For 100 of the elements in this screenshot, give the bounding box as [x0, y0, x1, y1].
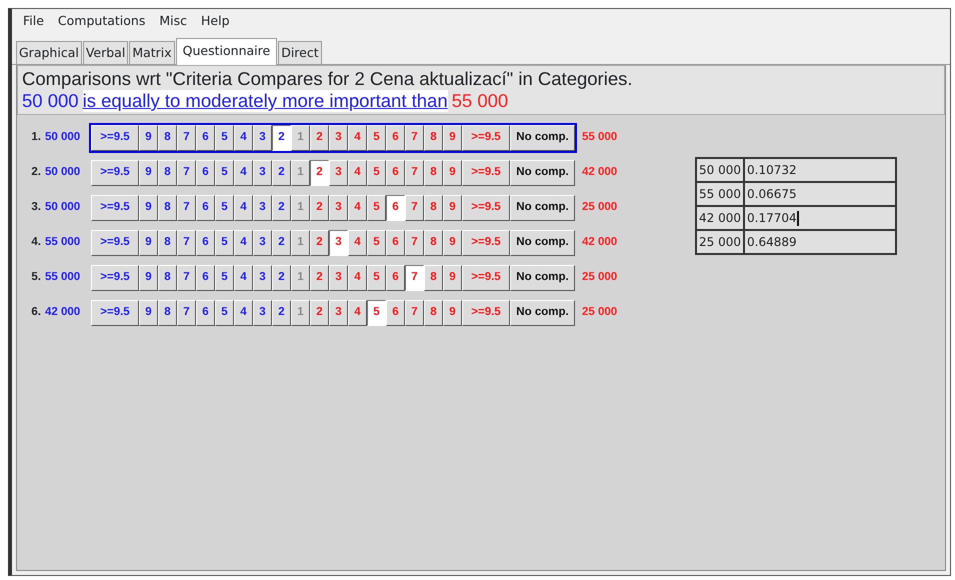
scale-button[interactable]: 6 — [386, 230, 405, 256]
scale-button[interactable]: 5 — [367, 160, 386, 186]
scale-button[interactable]: 7 — [405, 195, 424, 221]
scale-button[interactable]: 9 — [443, 160, 462, 186]
scale-button[interactable]: 7 — [405, 125, 424, 151]
scale-button[interactable]: 3 — [253, 300, 272, 326]
scale-button[interactable]: 2 — [310, 125, 329, 151]
scale-button[interactable]: 9 — [139, 160, 158, 186]
scale-button[interactable]: 6 — [386, 160, 405, 186]
scale-button[interactable]: >=9.5 — [462, 265, 510, 291]
scale-button[interactable]: 3 — [253, 230, 272, 256]
scale-button[interactable]: 7 — [177, 160, 196, 186]
scale-button[interactable]: 3 — [329, 230, 348, 256]
scale-button[interactable]: 5 — [215, 195, 234, 221]
menu-item[interactable]: Help — [194, 11, 237, 31]
no-comparison-button[interactable]: No comp. — [510, 300, 575, 326]
scale-button[interactable]: 3 — [253, 265, 272, 291]
scale-button[interactable]: 2 — [310, 160, 329, 186]
scale-button[interactable]: 2 — [272, 230, 291, 256]
no-comparison-button[interactable]: No comp. — [510, 195, 575, 221]
scale-button[interactable]: 3 — [329, 195, 348, 221]
scale-button[interactable]: 6 — [386, 195, 405, 221]
scale-button[interactable]: 5 — [215, 160, 234, 186]
scale-button[interactable]: 4 — [234, 265, 253, 291]
scale-button[interactable]: 9 — [139, 125, 158, 151]
scale-button[interactable]: 2 — [272, 300, 291, 326]
scale-button[interactable]: 2 — [272, 160, 291, 186]
scale-button[interactable]: 5 — [367, 195, 386, 221]
no-comparison-button[interactable]: No comp. — [510, 230, 575, 256]
scale-button[interactable]: 8 — [158, 195, 177, 221]
scale-button[interactable]: 3 — [329, 265, 348, 291]
table-cell[interactable]: 0.06675 — [744, 182, 896, 206]
scale-button[interactable]: 7 — [177, 230, 196, 256]
scale-button[interactable]: 8 — [424, 160, 443, 186]
scale-button[interactable]: 5 — [367, 125, 386, 151]
no-comparison-button[interactable]: No comp. — [510, 265, 575, 291]
scale-button[interactable]: >=9.5 — [462, 230, 510, 256]
scale-button[interactable]: 9 — [139, 195, 158, 221]
tab[interactable]: Direct — [278, 41, 322, 64]
scale-button[interactable]: 9 — [139, 300, 158, 326]
scale-button[interactable]: 6 — [196, 300, 215, 326]
scale-button[interactable]: 5 — [367, 265, 386, 291]
scale-button[interactable]: 2 — [272, 195, 291, 221]
scale-button[interactable]: 3 — [329, 300, 348, 326]
scale-button[interactable]: 4 — [348, 160, 367, 186]
scale-button[interactable]: 6 — [386, 265, 405, 291]
scale-button[interactable]: 9 — [443, 265, 462, 291]
scale-button[interactable]: >=9.5 — [462, 300, 510, 326]
scale-button[interactable]: 7 — [177, 265, 196, 291]
scale-button[interactable]: 8 — [424, 195, 443, 221]
scale-button[interactable]: 9 — [443, 125, 462, 151]
scale-button[interactable]: 4 — [348, 230, 367, 256]
scale-button[interactable]: 5 — [215, 230, 234, 256]
tab[interactable]: Questionnaire — [176, 38, 278, 65]
table-cell[interactable]: 0.10732 — [744, 158, 896, 182]
scale-button[interactable]: 4 — [348, 300, 367, 326]
scale-button[interactable]: 8 — [158, 230, 177, 256]
scale-button[interactable]: 8 — [424, 300, 443, 326]
scale-button[interactable]: 3 — [253, 125, 272, 151]
scale-button[interactable]: >=9.5 — [91, 230, 139, 256]
scale-button[interactable]: >=9.5 — [91, 125, 139, 151]
scale-button[interactable]: 9 — [443, 195, 462, 221]
scale-button[interactable]: 4 — [348, 125, 367, 151]
scale-button[interactable]: 5 — [215, 265, 234, 291]
scale-button[interactable]: 8 — [158, 300, 177, 326]
scale-button[interactable]: 5 — [367, 300, 386, 326]
scale-button[interactable]: 2 — [272, 125, 291, 151]
menu-item[interactable]: Misc — [152, 11, 194, 31]
scale-button[interactable]: >=9.5 — [462, 195, 510, 221]
scale-button[interactable]: 5 — [367, 230, 386, 256]
scale-button[interactable]: 6 — [196, 195, 215, 221]
table-cell[interactable]: 0.17704 — [744, 206, 896, 230]
scale-button[interactable]: 4 — [234, 195, 253, 221]
no-comparison-button[interactable]: No comp. — [510, 160, 575, 186]
scale-button[interactable]: 3 — [253, 160, 272, 186]
no-comparison-button[interactable]: No comp. — [510, 125, 575, 151]
scale-button[interactable]: 8 — [158, 125, 177, 151]
scale-button[interactable]: 8 — [158, 160, 177, 186]
scale-button[interactable]: 9 — [443, 300, 462, 326]
scale-button[interactable]: 8 — [424, 265, 443, 291]
scale-button[interactable]: 6 — [196, 230, 215, 256]
scale-button[interactable]: 9 — [139, 265, 158, 291]
scale-button[interactable]: 2 — [310, 300, 329, 326]
scale-button[interactable]: 6 — [196, 265, 215, 291]
tab[interactable]: Matrix — [129, 41, 175, 64]
scale-button[interactable]: 6 — [196, 125, 215, 151]
menu-item[interactable]: File — [16, 11, 51, 31]
scale-button[interactable]: 7 — [405, 265, 424, 291]
scale-button[interactable]: 7 — [405, 230, 424, 256]
scale-button[interactable]: 7 — [405, 160, 424, 186]
scale-button[interactable]: 7 — [177, 300, 196, 326]
scale-button[interactable]: 7 — [177, 125, 196, 151]
scale-button[interactable]: 7 — [405, 300, 424, 326]
scale-button[interactable]: 4 — [234, 160, 253, 186]
scale-button[interactable]: >=9.5 — [91, 195, 139, 221]
scale-button[interactable]: 6 — [386, 125, 405, 151]
scale-button[interactable]: 4 — [234, 125, 253, 151]
scale-button[interactable]: 6 — [196, 160, 215, 186]
scale-button[interactable]: 9 — [139, 230, 158, 256]
table-cell[interactable]: 0.64889 — [744, 230, 896, 254]
